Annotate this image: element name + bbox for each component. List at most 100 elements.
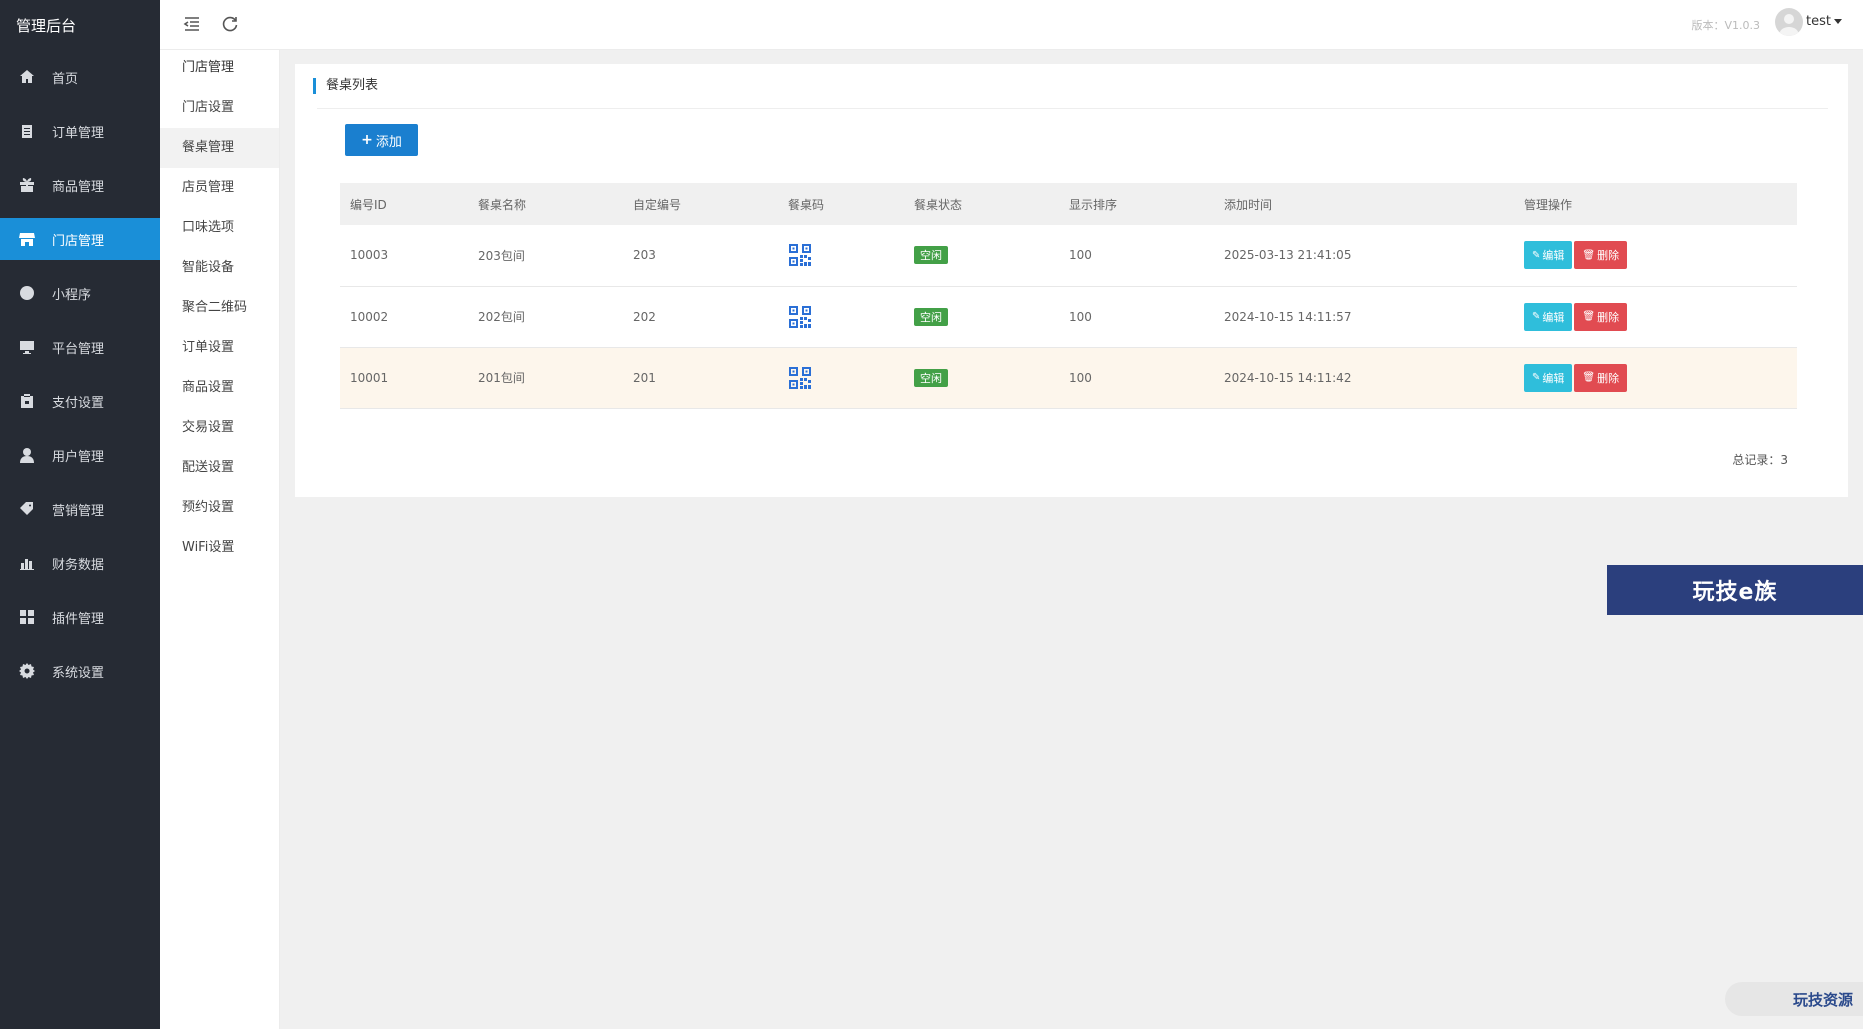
status-badge: 空闲 bbox=[914, 368, 948, 387]
subnav-item-11[interactable]: 预约设置 bbox=[160, 488, 279, 528]
table-list-panel: 餐桌列表 + 添加 编号ID 餐桌名称 自定编号 餐桌码 餐桌状态 显示排序 添加时间 管理操作… bbox=[295, 64, 1848, 497]
qr-code-icon[interactable] bbox=[788, 366, 904, 390]
cell-qr bbox=[778, 225, 904, 286]
table-header-row: 编号ID 餐桌名称 自定编号 餐桌码 餐桌状态 显示排序 添加时间 管理操作 bbox=[340, 183, 1797, 225]
version-label: 版本：V1.0.3 bbox=[1691, 19, 1760, 32]
nav-item-11[interactable]: 插件管理 bbox=[0, 596, 160, 638]
table-row: 10003 203包间 203 空闲 100 2025-03-13 21:41:05 ✎ 编辑… bbox=[340, 225, 1797, 286]
nav-item-9[interactable]: 营销管理 bbox=[0, 488, 160, 530]
delete-button[interactable]: 🗑 删除 bbox=[1574, 241, 1628, 270]
nav-label: 平台管理 bbox=[52, 341, 105, 357]
nav-item-4[interactable]: 门店管理 bbox=[0, 218, 160, 260]
monitor-icon bbox=[18, 339, 36, 355]
user-name: test bbox=[1806, 14, 1831, 29]
cell-time: 2024-10-15 14:11:42 bbox=[1224, 370, 1352, 385]
cell-code: 203 bbox=[633, 248, 656, 263]
gift-icon bbox=[18, 177, 36, 193]
user-menu[interactable]: test bbox=[1806, 14, 1842, 29]
column-header: 餐桌名称 bbox=[478, 197, 527, 212]
cell-status: 空闲 bbox=[904, 225, 1059, 286]
subnav-item-8[interactable]: 商品设置 bbox=[160, 368, 279, 408]
cell-name: 202包间 bbox=[478, 310, 525, 324]
nav-item-6[interactable]: 平台管理 bbox=[0, 326, 160, 368]
cell-status: 空闲 bbox=[904, 286, 1059, 347]
subnav-item-10[interactable]: 配送设置 bbox=[160, 448, 279, 488]
edit-button[interactable]: ✎ 编辑 bbox=[1524, 363, 1573, 392]
nav-item-3[interactable]: 商品管理 bbox=[0, 164, 160, 206]
cell-actions: ✎ 编辑 🗑 删除 bbox=[1514, 225, 1797, 286]
nav-item-12[interactable]: 系统设置 bbox=[0, 650, 160, 692]
column-header: 编号ID bbox=[350, 197, 387, 212]
pencil-icon: ✎ bbox=[1532, 372, 1541, 383]
subnav-item-4[interactable]: 口味选项 bbox=[160, 208, 279, 248]
cell-sort: 100 bbox=[1069, 370, 1092, 385]
cell-qr bbox=[778, 286, 904, 347]
nav-item-5[interactable]: 小程序 bbox=[0, 272, 160, 314]
table-body: 10003 203包间 203 空闲 100 2025-03-13 21:41:05 ✎ 编辑… bbox=[340, 225, 1797, 408]
column-header: 显示排序 bbox=[1069, 197, 1118, 212]
nav-label: 门店管理 bbox=[52, 233, 105, 249]
status-badge: 空闲 bbox=[914, 307, 948, 326]
subnav-item-3[interactable]: 店员管理 bbox=[160, 168, 279, 208]
nav-label: 用户管理 bbox=[52, 449, 105, 465]
delete-button[interactable]: 🗑 删除 bbox=[1574, 363, 1628, 392]
nav-label: 财务数据 bbox=[52, 557, 105, 573]
nav-item-2[interactable]: 订单管理 bbox=[0, 110, 160, 152]
edit-button[interactable]: ✎ 编辑 bbox=[1524, 241, 1573, 270]
delete-label: 删除 bbox=[1597, 310, 1620, 324]
total-records: 总记录：3 bbox=[1732, 453, 1788, 467]
collapse-menu-icon[interactable] bbox=[182, 14, 202, 34]
cell-time: 2025-03-13 21:41:05 bbox=[1224, 248, 1352, 263]
subnav-item-9[interactable]: 交易设置 bbox=[160, 408, 279, 448]
qr-code-icon[interactable] bbox=[788, 243, 904, 267]
subnav-item-6[interactable]: 聚合二维码 bbox=[160, 288, 279, 328]
subnav-item-12[interactable]: WiFi设置 bbox=[160, 528, 279, 568]
plus-icon: + bbox=[361, 132, 373, 148]
edit-button[interactable]: ✎ 编辑 bbox=[1524, 302, 1573, 331]
nav-item-7[interactable]: 支付设置 bbox=[0, 380, 160, 422]
table-row: 10001 201包间 201 空闲 100 2024-10-15 14:11:42 ✎ 编辑… bbox=[340, 347, 1797, 408]
trash-icon: 🗑 bbox=[1582, 249, 1596, 261]
puzzle-icon bbox=[18, 609, 36, 625]
subnav-item-2[interactable]: 餐桌管理 bbox=[160, 128, 279, 168]
mini-program-icon bbox=[18, 285, 36, 301]
cell-status: 空闲 bbox=[904, 347, 1059, 408]
subnav-item-7[interactable]: 订单设置 bbox=[160, 328, 279, 368]
subnav-list: 门店设置 餐桌管理 店员管理 口味选项 智能设备 聚合二维码 订单设置 商品设置 交易设置 配送设… bbox=[160, 88, 279, 568]
cell-time: 2024-10-15 14:11:57 bbox=[1224, 309, 1352, 324]
trash-icon: 🗑 bbox=[1582, 311, 1596, 322]
subnav-item-5[interactable]: 智能设备 bbox=[160, 248, 279, 288]
refresh-icon[interactable] bbox=[220, 14, 240, 34]
corner-watermark[interactable]: 玩技资源 bbox=[1725, 982, 1863, 1016]
nav-item-8[interactable]: 用户管理 bbox=[0, 434, 160, 476]
column-header: 餐桌码 bbox=[788, 197, 825, 212]
qr-code-icon[interactable] bbox=[788, 305, 904, 329]
tables-table: 编号ID 餐桌名称 自定编号 餐桌码 餐桌状态 显示排序 添加时间 管理操作 10003 203… bbox=[340, 183, 1797, 409]
delete-button[interactable]: 🗑 删除 bbox=[1574, 302, 1628, 331]
status-badge: 空闲 bbox=[914, 246, 948, 265]
nav-item-1[interactable]: 首页 bbox=[0, 56, 160, 98]
avatar[interactable] bbox=[1775, 8, 1803, 36]
gear-icon bbox=[18, 663, 36, 679]
pencil-icon: ✎ bbox=[1532, 249, 1541, 261]
column-header: 管理操作 bbox=[1524, 197, 1573, 212]
add-button-label: 添加 bbox=[375, 134, 402, 150]
pencil-icon: ✎ bbox=[1532, 311, 1541, 322]
cell-name: 203包间 bbox=[478, 248, 525, 263]
delete-label: 删除 bbox=[1597, 249, 1620, 263]
watermark-banner[interactable]: 玩技e族 bbox=[1607, 565, 1863, 615]
subnav-title: 门店管理 bbox=[182, 60, 235, 75]
cell-name: 201包间 bbox=[478, 371, 525, 385]
column-header: 餐桌状态 bbox=[914, 197, 963, 212]
bar-chart-icon bbox=[18, 555, 36, 571]
nav-label: 支付设置 bbox=[52, 395, 105, 411]
cell-sort: 100 bbox=[1069, 248, 1092, 263]
nav-item-10[interactable]: 财务数据 bbox=[0, 542, 160, 584]
add-button[interactable]: + 添加 bbox=[345, 124, 418, 156]
delete-label: 删除 bbox=[1597, 371, 1620, 385]
column-header: 添加时间 bbox=[1224, 197, 1273, 212]
top-header: 版本：V1.0.3 test bbox=[160, 0, 1863, 50]
cell-id: 10001 bbox=[350, 370, 389, 385]
store-icon bbox=[18, 231, 36, 247]
subnav-item-1[interactable]: 门店设置 bbox=[160, 88, 279, 128]
